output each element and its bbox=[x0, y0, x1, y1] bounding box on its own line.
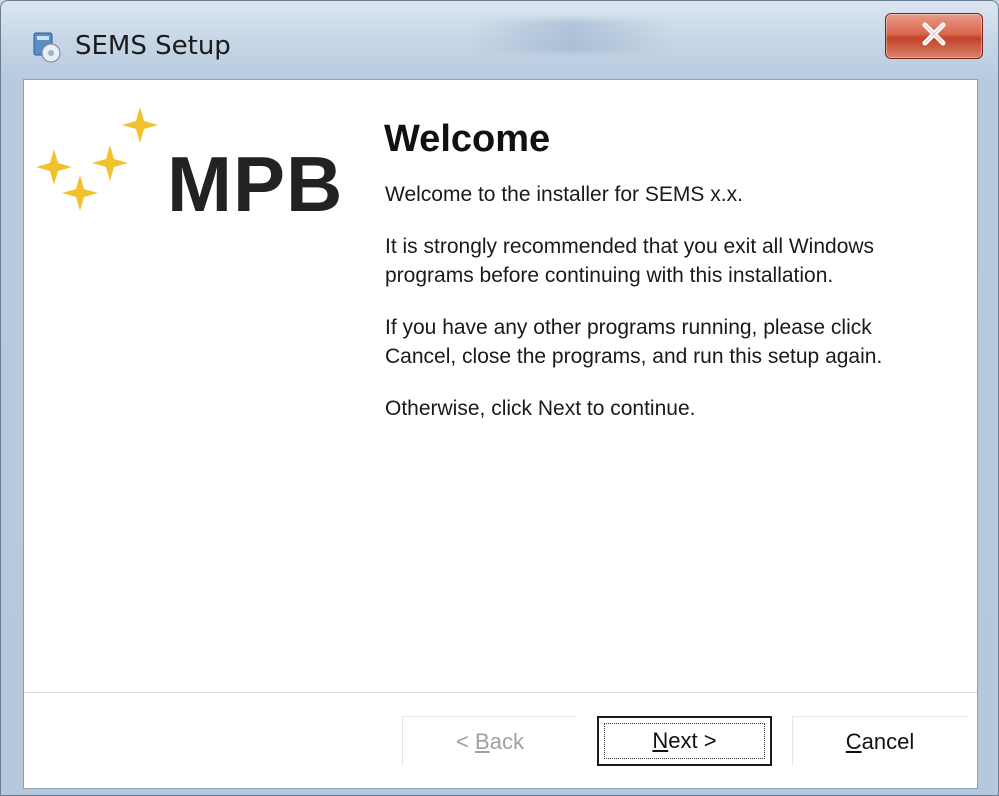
title-bar[interactable]: SEMS Setup bbox=[1, 1, 998, 79]
next-button[interactable]: Next > bbox=[597, 716, 772, 766]
cancel-button[interactable]: Cancel bbox=[792, 716, 967, 766]
recommendation-paragraph: It is strongly recommended that you exit… bbox=[385, 235, 875, 287]
setup-window: SEMS Setup MPB Welcome Welcome to the in… bbox=[0, 0, 999, 796]
welcome-message: Welcome to the installer for SEMS x.x. I… bbox=[385, 180, 945, 446]
back-button-mnemonic: B bbox=[475, 728, 490, 754]
page-heading: Welcome bbox=[384, 118, 551, 160]
logo-text: MPB bbox=[167, 140, 344, 228]
close-button[interactable] bbox=[885, 13, 983, 59]
focus-rectangle bbox=[604, 723, 765, 759]
back-button-label: ack bbox=[489, 728, 524, 754]
installer-icon bbox=[31, 29, 63, 63]
back-button-prefix: < bbox=[456, 728, 476, 754]
intro-paragraph: Welcome to the installer for SEMS x.x. bbox=[385, 183, 743, 206]
cancel-instructions-paragraph: If you have any other programs running, … bbox=[385, 316, 883, 368]
cancel-button-label: ancel bbox=[861, 728, 915, 754]
mpb-logo: MPB bbox=[34, 105, 364, 235]
background-window-blur bbox=[471, 19, 671, 53]
close-icon bbox=[921, 22, 947, 51]
wizard-content: MPB Welcome Welcome to the installer for… bbox=[23, 79, 978, 789]
button-separator bbox=[24, 692, 977, 694]
back-button[interactable]: < Back bbox=[402, 716, 577, 766]
continue-instructions-paragraph: Otherwise, click Next to continue. bbox=[385, 397, 696, 420]
cancel-button-mnemonic: C bbox=[845, 728, 862, 754]
window-title: SEMS Setup bbox=[75, 31, 231, 61]
